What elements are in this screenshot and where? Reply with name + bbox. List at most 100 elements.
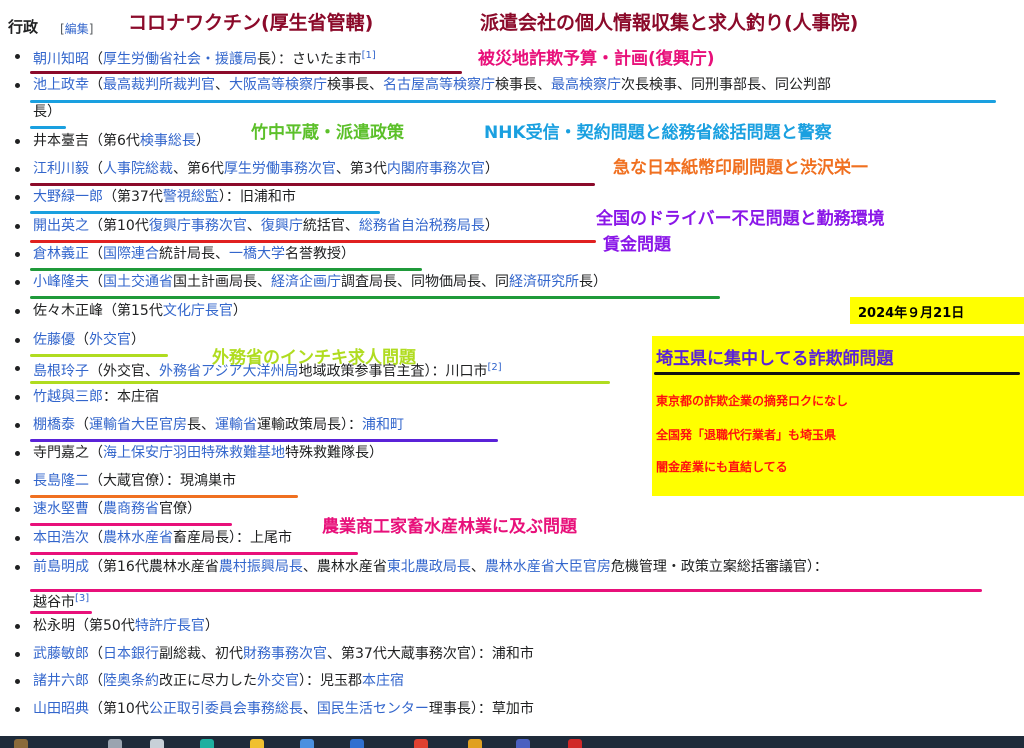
wiki-link[interactable]: 最高検察庁 [551, 77, 621, 93]
saitama-box-line1: 東京都の詐欺企業の摘発ロクになし [656, 394, 849, 408]
wiki-link[interactable]: 浦和町 [362, 417, 404, 433]
wiki-link[interactable]: 経済企画庁 [271, 274, 341, 290]
underline-kurabayashi [30, 268, 422, 271]
citation-link[interactable]: [1] [362, 50, 376, 61]
wiki-link[interactable]: 倉林義正 [33, 246, 89, 262]
wiki-link[interactable]: 朝川知昭 [33, 52, 89, 68]
wiki-link[interactable]: 池上政幸 [33, 77, 89, 93]
row-text: 、 [470, 559, 485, 575]
wiki-link[interactable]: 農林水産省 [103, 530, 173, 546]
list-bullet [15, 507, 20, 512]
edge-icon[interactable] [200, 739, 214, 748]
list-bullet [15, 366, 20, 371]
wiki-link[interactable]: 公正取引委員会事務総長 [149, 701, 303, 717]
wiki-link[interactable]: 厚生労働省社会・援護局 [103, 52, 257, 68]
citation-link[interactable]: [2] [487, 362, 501, 373]
wiki-link[interactable]: 長島隆二 [33, 473, 89, 489]
row-text: ）：旧浦和市 [218, 189, 296, 205]
list-item: 武藤敏郎（日本銀行副総裁、初代財務事務次官、第37代大蔵事務次官）：浦和市 [33, 645, 534, 663]
avatar-icon[interactable] [14, 739, 28, 748]
wiki-link[interactable]: 運輸省 [215, 417, 257, 433]
saitama-box-underline [654, 372, 1020, 375]
list-item: 池上政幸（最高裁判所裁判官、大阪高等検察庁検事長、名古屋高等検察庁検事長、最高検… [33, 76, 831, 94]
wiki-link[interactable]: 農林水産省大臣官房 [485, 559, 611, 575]
wiki-link[interactable]: 内閣府事務次官 [387, 161, 485, 177]
wiki-link[interactable]: 復興庁事務次官 [149, 218, 247, 234]
chrome-icon[interactable] [414, 739, 428, 748]
wiki-link[interactable]: 竹越與三郎 [33, 389, 103, 405]
wiki-link[interactable]: 島根玲子 [33, 364, 89, 380]
row-text: 、 [215, 77, 229, 93]
row-text: 改正に尽力した [159, 673, 257, 689]
wiki-link[interactable]: 前島明成 [33, 559, 89, 575]
list-item: 諸井六郎（陸奥条約改正に尽力した外交官）：児玉郡本庄宿 [33, 672, 404, 690]
wiki-link[interactable]: 人事院総裁 [103, 161, 173, 177]
wiki-link[interactable]: 国際連合 [103, 246, 159, 262]
row-text: （ [89, 274, 103, 290]
list-bullet [15, 679, 20, 684]
wiki-link[interactable]: 陸奥条約 [103, 673, 159, 689]
wiki-link[interactable]: 総務省自治税務局長 [359, 218, 485, 234]
list-bullet [15, 54, 20, 59]
wiki-link[interactable]: 江利川毅 [33, 161, 89, 177]
underline-honda [30, 552, 358, 555]
wiki-link[interactable]: 財務事務次官 [243, 646, 327, 662]
wiki-link[interactable]: 最高裁判所裁判官 [103, 77, 215, 93]
wiki-link[interactable]: 日本銀行 [103, 646, 159, 662]
list-item: 越谷市[3] [33, 590, 89, 612]
wiki-link[interactable]: 文化庁長官 [163, 303, 233, 319]
search-icon[interactable] [108, 739, 122, 748]
wiki-link[interactable]: 速水堅曹 [33, 501, 89, 517]
wiki-link[interactable]: 警視総監 [163, 189, 219, 205]
row-text: 松永明（第50代 [33, 618, 135, 634]
wiki-link[interactable]: 小峰隆夫 [33, 274, 89, 290]
wiki-link[interactable]: 検事総長 [140, 133, 196, 149]
wiki-link[interactable]: 外交官 [257, 673, 299, 689]
row-text: （ [75, 417, 89, 433]
citation-link[interactable]: [3] [75, 593, 89, 604]
explorer-icon[interactable] [250, 739, 264, 748]
edit-section-link[interactable]: 編集 [65, 22, 89, 36]
wiki-link[interactable]: 国民生活センター [317, 701, 429, 717]
wiki-link[interactable]: 大阪高等検察庁 [229, 77, 327, 93]
row-text: 佐々木正峰（第15代 [33, 303, 163, 319]
app-icon-2[interactable] [516, 739, 530, 748]
wiki-link[interactable]: 諸井六郎 [33, 673, 89, 689]
row-text: （第10代 [89, 218, 149, 234]
wiki-link[interactable]: 運輸省大臣官房 [89, 417, 187, 433]
row-text: （ [89, 673, 103, 689]
edit-section-link-wrapper: [編集] [60, 22, 94, 36]
annotation-takenaka: 竹中平蔵・派遣政策 [251, 123, 404, 143]
wiki-link[interactable]: 開出英之 [33, 218, 89, 234]
wiki-link[interactable]: 農村振興局長 [219, 559, 303, 575]
wiki-link[interactable]: 国土交通省 [103, 274, 173, 290]
wiki-link[interactable]: 外交官 [89, 332, 131, 348]
wiki-link[interactable]: 復興庁 [261, 218, 303, 234]
wiki-link[interactable]: 一橋大学 [229, 246, 285, 262]
app-icon-3[interactable] [568, 739, 582, 748]
wiki-link[interactable]: 本庄宿 [362, 673, 404, 689]
wiki-link[interactable]: 武藤敏郎 [33, 646, 89, 662]
wiki-link[interactable]: 名古屋高等検察庁 [383, 77, 495, 93]
wiki-link[interactable]: 本田浩次 [33, 530, 89, 546]
wiki-link[interactable]: 東北農政局長 [387, 559, 471, 575]
store-icon[interactable] [300, 739, 314, 748]
mail-icon[interactable] [350, 739, 364, 748]
wiki-link[interactable]: 佐藤優 [33, 332, 75, 348]
wiki-link[interactable]: 特許庁長官 [135, 618, 205, 634]
row-text: 検事長、 [495, 77, 551, 93]
wiki-link[interactable]: 農商務省 [103, 501, 159, 517]
wiki-link[interactable]: 厚生労働事務次官 [224, 161, 336, 177]
wiki-link[interactable]: 山田昭典 [33, 701, 89, 717]
saitama-box-line3: 闇金産業にも直結してる [656, 460, 788, 474]
row-text: ） [204, 618, 219, 634]
row-text: ） [232, 303, 247, 319]
wiki-link[interactable]: 棚橋泰 [33, 417, 75, 433]
wiki-link[interactable]: 海上保安庁羽田特殊救難基地 [103, 445, 285, 461]
row-text: （ [89, 530, 103, 546]
wiki-link[interactable]: 経済研究所 [509, 274, 579, 290]
wiki-link[interactable]: 大野緑一郎 [33, 189, 103, 205]
app-icon-1[interactable] [468, 739, 482, 748]
row-text: 長） [33, 104, 61, 120]
task-view-icon[interactable] [150, 739, 164, 748]
